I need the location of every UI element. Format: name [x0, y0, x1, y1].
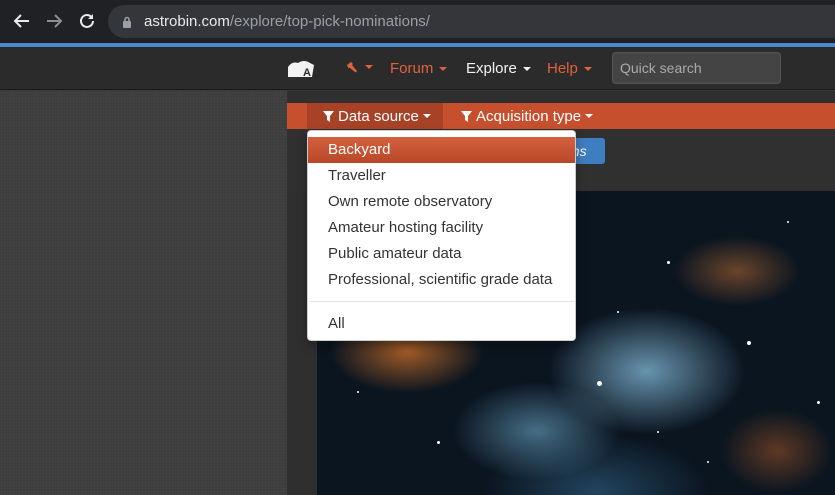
reload-icon[interactable]: [77, 11, 97, 31]
url-path: /explore/top-pick-nominations/: [229, 13, 430, 30]
svg-text:A: A: [303, 67, 311, 79]
dropdown-item-public-amateur-data[interactable]: Public amateur data: [308, 241, 575, 267]
menu-explore[interactable]: Explore: [466, 60, 531, 77]
site-header: A Forum Explore Help: [0, 47, 835, 90]
menu-help[interactable]: Help: [547, 60, 592, 77]
astrobin-logo-icon[interactable]: A: [286, 57, 316, 79]
dropdown-item-amateur-hosting-facility[interactable]: Amateur hosting facility: [308, 215, 575, 241]
tools-menu[interactable]: [345, 60, 373, 74]
forward-icon[interactable]: [44, 11, 64, 31]
acquisition-type-filter-button[interactable]: Acquisition type: [445, 103, 594, 129]
url-domain: astrobin.com: [144, 13, 230, 30]
filter-icon: [323, 110, 334, 122]
lock-icon: [123, 16, 131, 28]
dropdown-item-backyard[interactable]: Backyard: [308, 137, 575, 163]
dropdown-item-traveller[interactable]: Traveller: [308, 163, 575, 189]
hammer-icon: [347, 62, 357, 73]
address-bar[interactable]: astrobin.com/explore/top-pick-nomination…: [108, 5, 835, 38]
back-icon[interactable]: [12, 11, 32, 31]
dropdown-item-professional-data[interactable]: Professional, scientific grade data: [308, 267, 575, 293]
dropdown-item-own-remote-observatory[interactable]: Own remote observatory: [308, 189, 575, 215]
data-source-filter-button[interactable]: Data source: [307, 103, 443, 129]
menu-forum[interactable]: Forum: [390, 60, 448, 77]
quick-search-input[interactable]: [612, 52, 781, 84]
data-source-dropdown: Backyard Traveller Own remote observator…: [307, 130, 576, 341]
dropdown-item-all[interactable]: All: [308, 311, 575, 337]
left-background: [0, 91, 287, 495]
dropdown-divider: [309, 301, 574, 302]
browser-toolbar: astrobin.com/explore/top-pick-nomination…: [0, 0, 835, 43]
filter-icon: [461, 110, 472, 122]
